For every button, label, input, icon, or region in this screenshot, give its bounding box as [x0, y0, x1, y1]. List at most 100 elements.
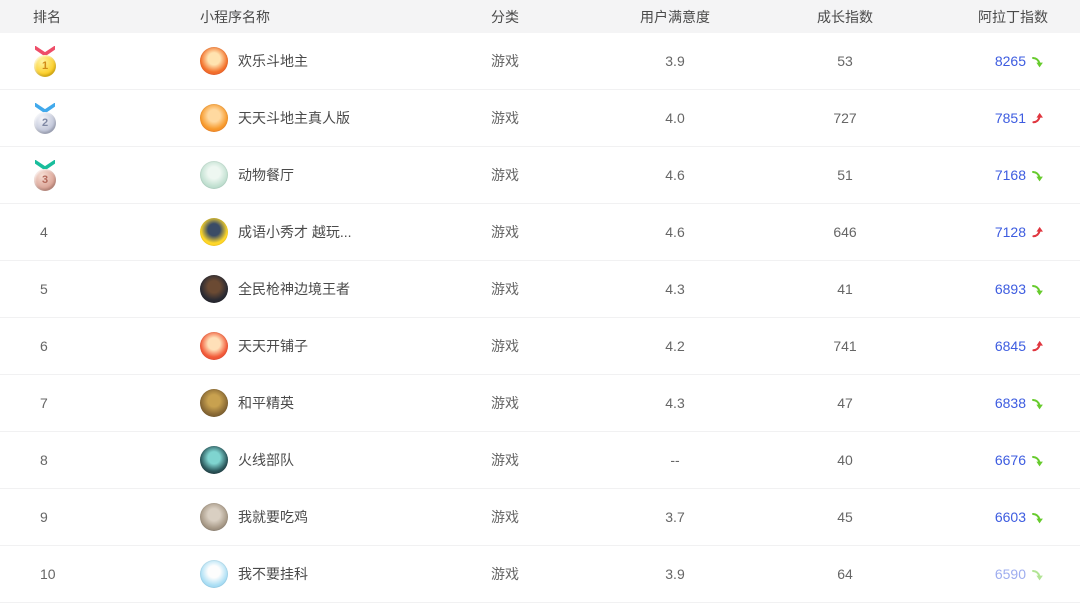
- header-growth: 成长指数: [817, 8, 873, 25]
- name-cell: 欢乐斗地主: [200, 47, 440, 75]
- rank-number: 5: [40, 281, 48, 297]
- satisfaction-cell: 3.7: [665, 509, 685, 525]
- name-cell: 全民枪神边境王者: [200, 275, 440, 303]
- app-avatar-icon: [200, 389, 228, 417]
- table-row[interactable]: 8 火线部队 游戏 -- 40 6676: [0, 432, 1080, 489]
- aladdin-cell: 6603: [910, 509, 1080, 525]
- table-row[interactable]: 10 我不要挂科 游戏 3.9 64 6590: [0, 546, 1080, 603]
- name-cell: 和平精英: [200, 389, 440, 417]
- table-row[interactable]: 4 成语小秀才 越玩... 游戏 4.6 646 7128: [0, 204, 1080, 261]
- aladdin-cell: 6845: [910, 338, 1080, 354]
- satisfaction-cell: 4.3: [665, 395, 685, 411]
- category-cell: 游戏: [491, 53, 519, 69]
- app-name[interactable]: 天天斗地主真人版: [238, 108, 350, 128]
- table-row[interactable]: 2 天天斗地主真人版 游戏 4.0 727 7851: [0, 90, 1080, 147]
- aladdin-index-value[interactable]: 6590: [995, 566, 1026, 582]
- app-name[interactable]: 动物餐厅: [238, 165, 294, 185]
- trend-down-icon: [1032, 569, 1043, 580]
- rank-cell: 10: [0, 566, 200, 582]
- growth-cell: 64: [837, 566, 853, 582]
- satisfaction-cell: --: [670, 452, 680, 468]
- satisfaction-cell: 4.0: [665, 110, 685, 126]
- app-avatar-icon: [200, 560, 228, 588]
- aladdin-cell: 8265: [910, 53, 1080, 69]
- aladdin-index-value[interactable]: 6893: [995, 281, 1026, 297]
- trend-down-icon: [1032, 170, 1043, 181]
- app-name[interactable]: 火线部队: [238, 450, 294, 470]
- aladdin-index-value[interactable]: 8265: [995, 53, 1026, 69]
- trend-up-icon: [1032, 340, 1043, 351]
- app-avatar-icon: [200, 275, 228, 303]
- header-category: 分类: [491, 8, 519, 25]
- rank-number: 6: [40, 338, 48, 354]
- table-row[interactable]: 7 和平精英 游戏 4.3 47 6838: [0, 375, 1080, 432]
- aladdin-cell: 6676: [910, 452, 1080, 468]
- trend-up-icon: [1032, 112, 1043, 123]
- category-cell: 游戏: [491, 452, 519, 468]
- table-header: 排名 小程序名称 分类 用户满意度 成长指数 阿拉丁指数: [0, 0, 1080, 33]
- rank-number: 4: [40, 224, 48, 240]
- name-cell: 动物餐厅: [200, 161, 440, 189]
- table-row[interactable]: 6 天天开铺子 游戏 4.2 741 6845: [0, 318, 1080, 375]
- name-cell: 我就要吃鸡: [200, 503, 440, 531]
- medal-icon: 1: [32, 45, 58, 77]
- rank-cell: 1: [0, 45, 200, 77]
- category-cell: 游戏: [491, 110, 519, 126]
- aladdin-index-value[interactable]: 7851: [995, 110, 1026, 126]
- medal-number: 2: [34, 111, 56, 134]
- satisfaction-cell: 4.3: [665, 281, 685, 297]
- aladdin-index-value[interactable]: 6676: [995, 452, 1026, 468]
- trend-down-icon: [1032, 512, 1043, 523]
- name-cell: 成语小秀才 越玩...: [200, 218, 440, 246]
- header-rank: 排名: [33, 8, 61, 25]
- table-body: 1 欢乐斗地主 游戏 3.9 53 8265 2 天天斗地主真人版 游戏 4.0…: [0, 33, 1080, 603]
- aladdin-cell: 6838: [910, 395, 1080, 411]
- aladdin-cell: 7851: [910, 110, 1080, 126]
- table-row[interactable]: 5 全民枪神边境王者 游戏 4.3 41 6893: [0, 261, 1080, 318]
- growth-cell: 41: [837, 281, 853, 297]
- app-name[interactable]: 欢乐斗地主: [238, 51, 308, 71]
- growth-cell: 646: [833, 224, 857, 240]
- growth-cell: 47: [837, 395, 853, 411]
- header-app-name: 小程序名称: [200, 8, 270, 25]
- rank-cell: 2: [0, 102, 200, 134]
- satisfaction-cell: 4.6: [665, 167, 685, 183]
- aladdin-index-value[interactable]: 7168: [995, 167, 1026, 183]
- aladdin-index-value[interactable]: 6838: [995, 395, 1026, 411]
- rank-cell: 5: [0, 281, 200, 297]
- category-cell: 游戏: [491, 281, 519, 297]
- app-name[interactable]: 天天开铺子: [238, 336, 308, 356]
- app-name[interactable]: 我就要吃鸡: [238, 507, 308, 527]
- table-row[interactable]: 1 欢乐斗地主 游戏 3.9 53 8265: [0, 33, 1080, 90]
- table-row[interactable]: 9 我就要吃鸡 游戏 3.7 45 6603: [0, 489, 1080, 546]
- app-name[interactable]: 和平精英: [238, 393, 294, 413]
- trend-down-icon: [1032, 284, 1043, 295]
- aladdin-index-value[interactable]: 6603: [995, 509, 1026, 525]
- app-name[interactable]: 我不要挂科: [238, 564, 308, 584]
- growth-cell: 53: [837, 53, 853, 69]
- category-cell: 游戏: [491, 509, 519, 525]
- growth-cell: 741: [833, 338, 857, 354]
- rank-cell: 6: [0, 338, 200, 354]
- category-cell: 游戏: [491, 338, 519, 354]
- aladdin-index-value[interactable]: 6845: [995, 338, 1026, 354]
- aladdin-index-value[interactable]: 7128: [995, 224, 1026, 240]
- medal-number: 3: [34, 168, 56, 191]
- trend-up-icon: [1032, 226, 1043, 237]
- satisfaction-cell: 4.6: [665, 224, 685, 240]
- app-name[interactable]: 全民枪神边境王者: [238, 279, 350, 299]
- app-name[interactable]: 成语小秀才 越玩...: [238, 222, 352, 242]
- aladdin-cell: 6590: [910, 566, 1080, 582]
- ranking-table: 排名 小程序名称 分类 用户满意度 成长指数 阿拉丁指数 1 欢乐斗地主 游戏 …: [0, 0, 1080, 603]
- aladdin-cell: 7168: [910, 167, 1080, 183]
- table-row[interactable]: 3 动物餐厅 游戏 4.6 51 7168: [0, 147, 1080, 204]
- app-avatar-icon: [200, 218, 228, 246]
- rank-number: 10: [40, 566, 56, 582]
- trend-down-icon: [1032, 398, 1043, 409]
- medal-number: 1: [34, 54, 56, 77]
- rank-cell: 3: [0, 159, 200, 191]
- header-satisfaction: 用户满意度: [640, 8, 710, 25]
- rank-cell: 9: [0, 509, 200, 525]
- app-avatar-icon: [200, 446, 228, 474]
- category-cell: 游戏: [491, 566, 519, 582]
